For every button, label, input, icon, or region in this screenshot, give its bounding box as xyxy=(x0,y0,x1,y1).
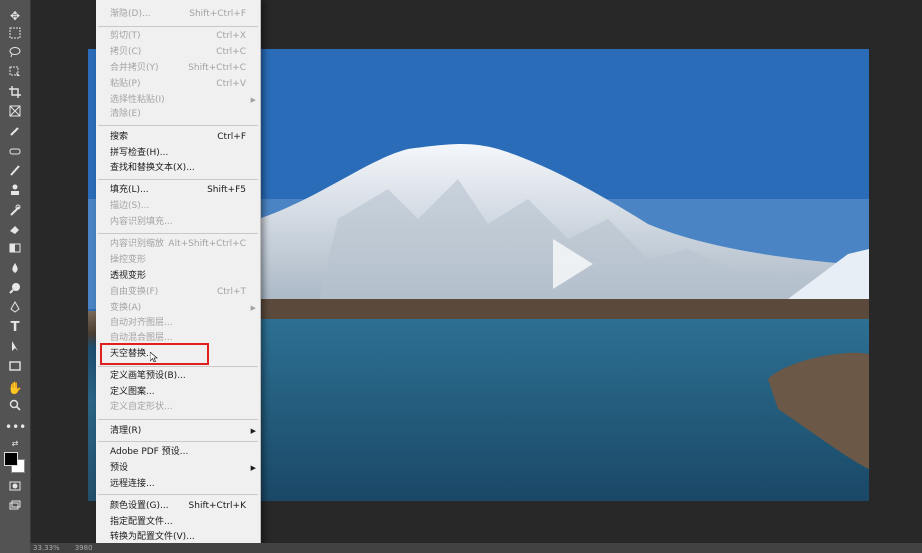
document-info: 3980 xyxy=(74,544,93,552)
screen-mode-icon[interactable] xyxy=(5,500,25,516)
menu-separator xyxy=(98,494,258,495)
menu-item-search[interactable]: 搜索 Ctrl+F xyxy=(96,129,260,145)
menu-item-spell-check[interactable]: 拼写检查(H)... xyxy=(96,145,260,161)
object-select-tool-icon[interactable] xyxy=(5,66,25,82)
menu-item-define-brush-preset[interactable]: 定义画笔预设(B)... xyxy=(96,368,260,384)
eyedropper-tool-icon[interactable] xyxy=(5,125,25,141)
history-brush-tool-icon[interactable] xyxy=(5,204,25,220)
swap-colors-icon[interactable]: ⇄ xyxy=(5,436,25,452)
menu-item-presets[interactable]: 预设 ▶ xyxy=(96,460,260,476)
menu-item-content-aware-fill[interactable]: 内容识别填充... xyxy=(96,214,260,230)
menu-separator xyxy=(98,125,258,126)
menu-item-define-custom-shape[interactable]: 定义自定形状... xyxy=(96,399,260,415)
brush-tool-icon[interactable] xyxy=(5,164,25,180)
menu-item-fill[interactable]: 填充(L)... Shift+F5 xyxy=(96,182,260,198)
path-select-tool-icon[interactable] xyxy=(5,340,25,356)
menu-item-cut[interactable]: 剪切(T) Ctrl+X xyxy=(96,28,260,44)
menu-item-auto-align-layers[interactable]: 自动对齐图层... xyxy=(96,315,260,331)
menu-item-paste[interactable]: 粘贴(P) Ctrl+V xyxy=(96,76,260,92)
menu-item-color-settings[interactable]: 颜色设置(G)... Shift+Ctrl+K xyxy=(96,498,260,514)
menu-item-remote-connections[interactable]: 远程连接... xyxy=(96,476,260,492)
menu-separator xyxy=(98,419,258,420)
clone-stamp-tool-icon[interactable] xyxy=(5,184,25,200)
menu-item-copy[interactable]: 拷贝(C) Ctrl+C xyxy=(96,44,260,60)
submenu-arrow-icon: ▶ xyxy=(250,464,256,472)
edit-menu-dropdown: 渐隐(D)... Shift+Ctrl+F 剪切(T) Ctrl+X 拷贝(C) Ct… xyxy=(96,0,261,553)
menu-separator xyxy=(98,441,258,442)
menu-item-transform[interactable]: 变换(A) ▶ xyxy=(96,300,260,316)
frame-tool-icon[interactable] xyxy=(5,105,25,121)
zoom-tool-icon[interactable] xyxy=(5,399,25,415)
menu-item-content-aware-scale[interactable]: 内容识别缩放 Alt+Shift+Ctrl+C xyxy=(96,236,260,252)
menu-separator xyxy=(98,26,258,27)
spot-healing-tool-icon[interactable] xyxy=(5,145,25,161)
move-tool-icon[interactable]: ✥ xyxy=(5,8,25,24)
more-tools-icon[interactable]: ••• xyxy=(5,419,26,435)
menu-item-purge[interactable]: 清理(R) ▶ xyxy=(96,423,260,439)
tools-panel: ✥ T ✋ ••• ⇄ xyxy=(0,0,31,553)
menu-item-fade[interactable]: 渐隐(D)... Shift+Ctrl+F xyxy=(96,6,260,22)
crop-tool-icon[interactable] xyxy=(5,86,25,102)
dodge-tool-icon[interactable] xyxy=(5,282,25,298)
quick-mask-icon[interactable] xyxy=(5,480,25,496)
menu-separator xyxy=(98,233,258,234)
menu-item-assign-profile[interactable]: 指定配置文件... xyxy=(96,514,260,530)
mouse-cursor-icon xyxy=(150,352,158,362)
menu-separator xyxy=(98,366,258,367)
type-tool-icon[interactable]: T xyxy=(5,320,25,336)
marquee-tool-icon[interactable] xyxy=(5,27,25,43)
menu-item-find-replace[interactable]: 查找和替换文本(X)... xyxy=(96,160,260,176)
menu-item-free-transform[interactable]: 自由变换(F) Ctrl+T xyxy=(96,284,260,300)
eraser-tool-icon[interactable] xyxy=(5,223,25,239)
rectangle-tool-icon[interactable] xyxy=(5,360,25,376)
foreground-color-swatch[interactable] xyxy=(4,452,18,466)
pen-tool-icon[interactable] xyxy=(5,301,25,317)
menu-separator xyxy=(98,179,258,180)
submenu-arrow-icon: ▶ xyxy=(250,427,256,435)
menu-item-adobe-pdf-presets[interactable]: Adobe PDF 预设... xyxy=(96,444,260,460)
gradient-tool-icon[interactable] xyxy=(5,242,25,258)
menu-item-perspective-warp[interactable]: 透视变形 xyxy=(96,268,260,284)
status-bar: 33.33% 3980 xyxy=(30,543,922,553)
blur-tool-icon[interactable] xyxy=(5,262,25,278)
menu-item-puppet-warp[interactable]: 操控变形 xyxy=(96,252,260,268)
submenu-arrow-icon: ▶ xyxy=(250,304,256,312)
menu-item-clear[interactable]: 清除(E) xyxy=(96,106,260,122)
zoom-level[interactable]: 33.33% xyxy=(33,544,60,552)
menu-item-define-pattern[interactable]: 定义图案... xyxy=(96,384,260,400)
menu-item-stroke[interactable]: 描边(S)... xyxy=(96,198,260,214)
hand-tool-icon[interactable]: ✋ xyxy=(5,380,25,396)
lasso-tool-icon[interactable] xyxy=(5,46,25,62)
menu-item-copy-merged[interactable]: 合并拷贝(Y) Shift+Ctrl+C xyxy=(96,60,260,76)
